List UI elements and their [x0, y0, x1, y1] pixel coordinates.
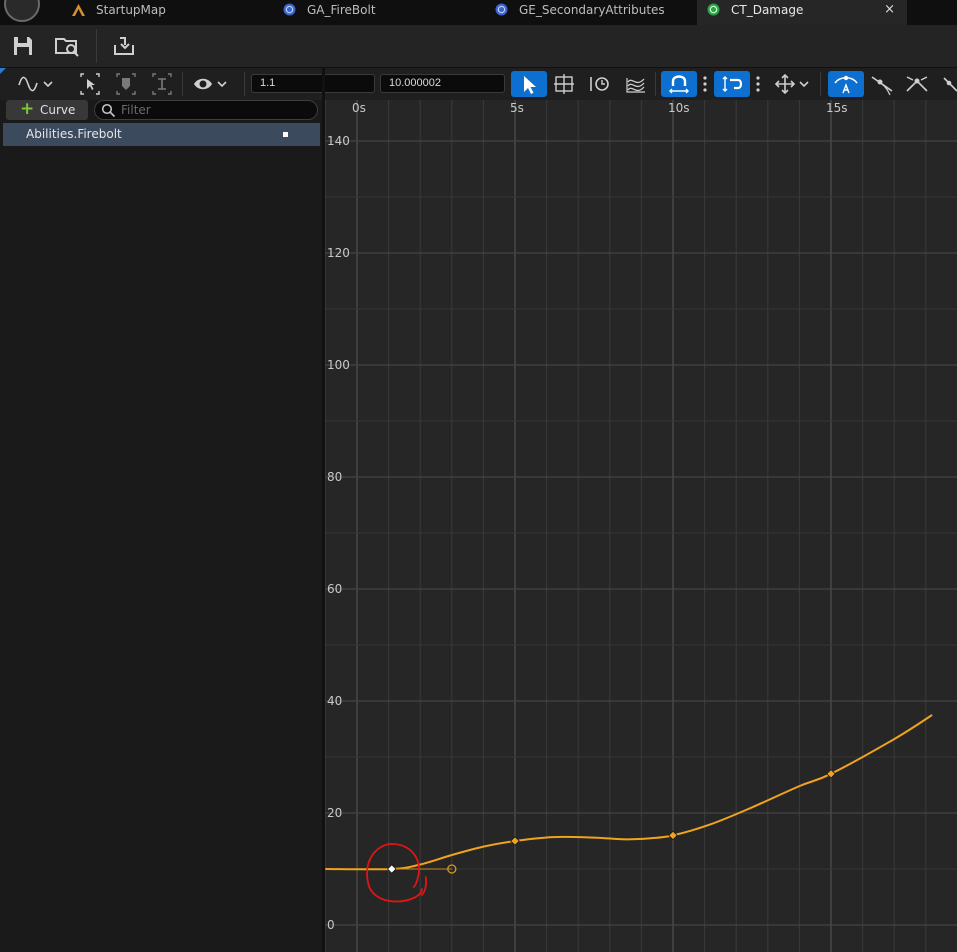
tab-ga-firebolt[interactable]: GA_FireBolt	[283, 0, 483, 25]
close-icon[interactable]: ×	[884, 0, 895, 20]
reimport-icon[interactable]	[111, 33, 137, 59]
add-curve-label: Curve	[40, 103, 76, 117]
tab-bar: StartupMap GA_FireBolt GE_SecondaryAttri…	[0, 0, 957, 25]
save-icon[interactable]	[10, 33, 36, 59]
value-tick-label: 80	[327, 470, 342, 484]
search-icon	[101, 103, 116, 118]
plus-icon: +	[20, 99, 35, 119]
asset-toolbar	[0, 25, 957, 68]
curve-item-label: Abilities.Firebolt	[26, 127, 122, 141]
key-time-field[interactable]	[251, 74, 375, 93]
auto-tangent-icon	[834, 75, 858, 94]
time-tick-label: 0s	[352, 101, 366, 115]
frame-selection-icon[interactable]	[78, 71, 102, 97]
break-tangent-icon[interactable]	[903, 71, 931, 97]
value-tick-label: 20	[327, 806, 342, 820]
tab-label: GE_SecondaryAttributes	[519, 3, 665, 17]
value-tick-label: 140	[327, 134, 350, 148]
curve-graph-canvas[interactable]: 0s 5s 10s 15s 140 120 100 80 60 40 20 0	[325, 100, 957, 952]
time-tick-label: 15s	[826, 101, 848, 115]
value-tick-label: 60	[327, 582, 342, 596]
value-tick-label: 0	[327, 918, 335, 932]
magnet-icon	[669, 75, 689, 94]
more-options-icon[interactable]	[703, 75, 707, 93]
blueprint-icon	[283, 3, 296, 16]
add-curve-button[interactable]: + Curve	[6, 99, 88, 120]
retime-tool-icon[interactable]	[587, 71, 613, 97]
time-tick-label: 10s	[668, 101, 690, 115]
value-tick-label: 120	[327, 246, 350, 260]
curve-item-abilities-firebolt[interactable]: Abilities.Firebolt	[3, 123, 320, 146]
browse-folder-icon[interactable]	[54, 33, 80, 59]
filter-input[interactable]	[121, 102, 306, 118]
multi-curve-tool-icon[interactable]	[623, 71, 649, 97]
tab-label: StartupMap	[96, 3, 166, 17]
snap-value-button[interactable]	[714, 71, 750, 97]
transform-tool-icon[interactable]	[551, 71, 577, 97]
toolbar-divider	[244, 72, 245, 96]
value-snap-icon	[722, 76, 743, 92]
level-icon	[72, 4, 85, 16]
toolbar-divider	[182, 72, 183, 96]
key-value-field[interactable]	[380, 74, 505, 93]
blueprint-icon	[495, 3, 508, 16]
linear-tangent-icon[interactable]	[940, 71, 957, 97]
curve-key[interactable]	[510, 836, 520, 846]
annotation-circle	[366, 843, 428, 903]
curve-graph[interactable]: 0s 5s 10s 15s 140 120 100 80 60 40 20 0	[325, 100, 957, 952]
time-tick-label: 5s	[510, 101, 524, 115]
tab-startupmap[interactable]: StartupMap	[72, 0, 272, 25]
view-mode-dropdown-icon[interactable]	[16, 71, 56, 97]
toolbar-divider	[655, 72, 656, 96]
value-tick-label: 40	[327, 694, 342, 708]
frame-vertical-icon[interactable]	[150, 71, 174, 97]
curve-key[interactable]	[668, 830, 678, 841]
curve-line[interactable]	[325, 714, 933, 871]
user-tangent-icon[interactable]	[868, 71, 896, 97]
curve-table-icon	[707, 3, 720, 16]
curve-visibility-marker[interactable]	[283, 132, 288, 137]
frame-horizontal-icon[interactable]	[114, 71, 138, 97]
auto-tangent-button[interactable]	[828, 71, 864, 97]
filter-box	[94, 100, 318, 120]
cursor-icon	[524, 76, 536, 94]
value-tick-label: 100	[327, 358, 350, 372]
toolbar-divider	[96, 29, 97, 63]
toolbar-divider	[820, 72, 821, 96]
more-options-icon[interactable]	[756, 75, 760, 93]
axis-snapping-dropdown-icon[interactable]	[772, 71, 812, 97]
tab-ge-secondaryattributes[interactable]: GE_SecondaryAttributes	[495, 0, 695, 25]
tab-ct-damage[interactable]: CT_Damage ×	[697, 0, 907, 25]
snap-time-button[interactable]	[661, 71, 697, 97]
select-tool-button[interactable]	[511, 71, 547, 97]
unreal-logo-icon[interactable]	[4, 0, 40, 22]
tab-label: CT_Damage	[731, 3, 804, 17]
visibility-dropdown-icon[interactable]	[192, 71, 232, 97]
curve-key[interactable]	[826, 769, 836, 779]
curve-editor-toolbar	[0, 68, 957, 100]
curve-list-panel: + Curve Abilities.Firebolt	[0, 99, 322, 952]
tab-label: GA_FireBolt	[307, 3, 376, 17]
corner-marker-icon	[0, 68, 6, 74]
